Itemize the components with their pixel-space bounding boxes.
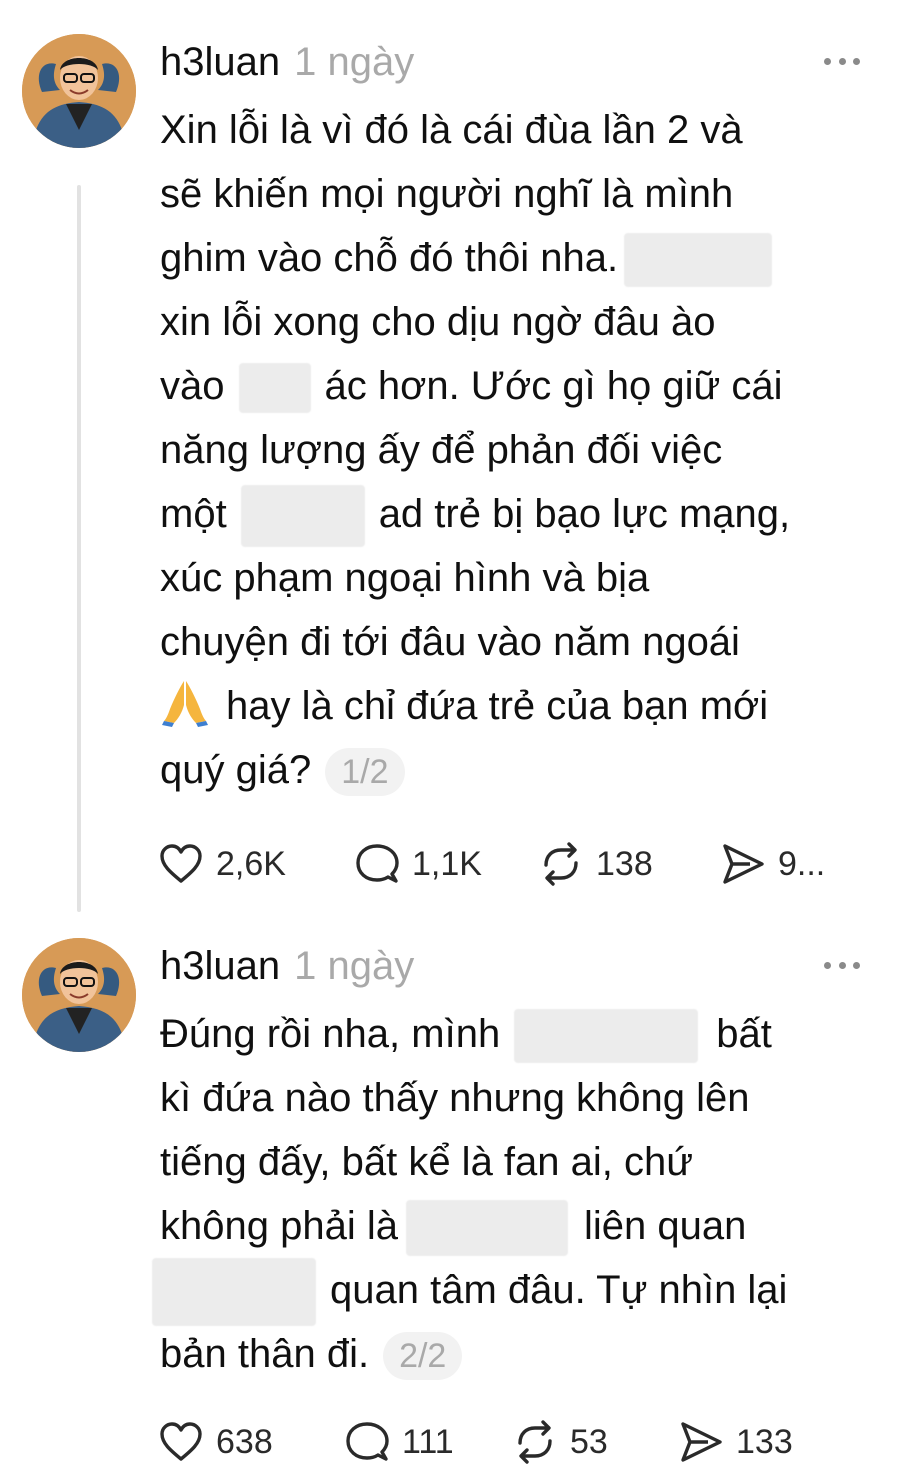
text-line: vào ác hơn. Ước gì họ giữ cái: [160, 354, 880, 418]
thread-pager-badge: 1/2: [325, 748, 405, 797]
text-segment: một: [160, 492, 227, 536]
like-count: 638: [216, 1422, 273, 1461]
text-segment: ad trẻ bị bạo lực mạng,: [378, 492, 791, 536]
text-segment: bất: [716, 1012, 772, 1056]
text-line: không phải là liên quan: [160, 1194, 880, 1258]
redacted-block: [624, 233, 773, 288]
text-segment: ghim vào chỗ đó thôi nha.: [160, 236, 619, 280]
username-text[interactable]: h3luan: [160, 40, 280, 84]
action-bar: 638 111 53 133: [158, 1418, 858, 1466]
text-segment: vào: [160, 364, 225, 408]
avatar-image: [22, 938, 136, 1052]
text-line: hay là chỉ đứa trẻ của bạn mới: [160, 674, 880, 738]
text-line: quan tâm đâu. Tự nhìn lại: [152, 1258, 880, 1327]
text-segment: quan tâm đâu. Tự nhìn lại: [330, 1268, 788, 1312]
like-button[interactable]: 2,6K: [158, 840, 286, 888]
reply-button[interactable]: 111: [344, 1418, 454, 1466]
text-segment: bản thân đi.: [160, 1332, 370, 1376]
redacted-block: [405, 1200, 568, 1257]
redacted-block: [152, 1258, 316, 1327]
avatar-image: [22, 34, 136, 148]
post-time: 1 ngày: [294, 944, 415, 988]
text-line: bản thân đi. 2/2: [160, 1322, 880, 1386]
thread-pager-badge: 2/2: [383, 1332, 463, 1381]
text-segment: không phải là: [160, 1204, 398, 1248]
share-icon: [681, 1422, 722, 1462]
avatar[interactable]: [22, 34, 136, 148]
text-segment: quý giá?: [160, 748, 312, 792]
text-line: ghim vào chỗ đó thôi nha.: [160, 226, 880, 290]
text-line: xúc phạm ngoại hình và bịa: [160, 556, 650, 600]
text-line: Xin lỗi là vì đó là cái đùa lần 2 và: [160, 108, 743, 152]
thread-line: [77, 185, 81, 912]
username-text[interactable]: h3luan: [160, 944, 280, 988]
text-line: kì đứa nào thấy nhưng không lên: [160, 1076, 750, 1120]
share-count: 133: [736, 1422, 793, 1461]
reply-button[interactable]: 1,1K: [354, 840, 482, 888]
share-button[interactable]: 9...: [720, 840, 825, 888]
text-line: sẽ khiến mọi người nghĩ là mình: [160, 172, 734, 216]
text-line: một ad trẻ bị bạo lực mạng,: [160, 482, 880, 548]
action-bar: 2,6K 1,1K 138 9...: [158, 840, 858, 888]
text-segment: hay là chỉ đứa trẻ của bạn mới: [226, 684, 769, 728]
like-count: 2,6K: [216, 844, 286, 883]
repost-count: 53: [570, 1422, 608, 1461]
heart-icon: [160, 1422, 202, 1461]
avatar[interactable]: [22, 938, 136, 1052]
share-count: 9...: [778, 844, 826, 883]
post-body: Đúng rồi nha, mình bất kì đứa nào thấy nh…: [152, 1002, 880, 1386]
text-line: chuyện đi tới đâu vào năm ngoái: [160, 620, 740, 664]
more-dots-icon[interactable]: [824, 56, 860, 66]
comment-icon: [356, 844, 399, 883]
more-dots-icon[interactable]: [824, 960, 860, 970]
username[interactable]: h3luan 1 ngày: [160, 38, 414, 86]
text-line: năng lượng ấy để phản đối việc: [160, 428, 723, 472]
text-segment: Đúng rồi nha, mình: [160, 1012, 501, 1056]
reply-count: 1,1K: [412, 844, 482, 883]
repost-button[interactable]: 138: [538, 840, 653, 888]
text-segment: liên quan: [583, 1204, 747, 1248]
username[interactable]: h3luan 1 ngày: [160, 942, 414, 990]
like-button[interactable]: 638: [158, 1418, 273, 1466]
text-segment: ác hơn. Ước gì họ giữ cái: [324, 364, 783, 408]
text-line: Đúng rồi nha, mình bất: [160, 1002, 880, 1066]
repost-icon: [544, 842, 578, 886]
reply-count: 111: [402, 1422, 454, 1461]
heart-icon: [160, 844, 202, 883]
post-body: Xin lỗi là vì đó là cái đùa lần 2 và sẽ …: [160, 98, 880, 802]
repost-count: 138: [596, 844, 653, 883]
text-line: tiếng đấy, bất kể là fan ai, chứ: [160, 1140, 694, 1184]
text-line: quý giá? 1/2: [160, 738, 880, 802]
share-icon: [723, 844, 764, 884]
redacted-block: [514, 1009, 699, 1064]
redacted-block: [238, 363, 311, 414]
comment-icon: [346, 1422, 389, 1461]
redacted-block: [240, 485, 365, 548]
repost-button[interactable]: 53: [512, 1418, 608, 1466]
repost-icon: [518, 1420, 552, 1464]
folded-hands-emoji: [162, 681, 208, 727]
share-button[interactable]: 133: [678, 1418, 793, 1466]
text-line: xin lỗi xong cho dịu ngờ đâu ào: [160, 300, 716, 344]
post-time: 1 ngày: [294, 40, 415, 84]
